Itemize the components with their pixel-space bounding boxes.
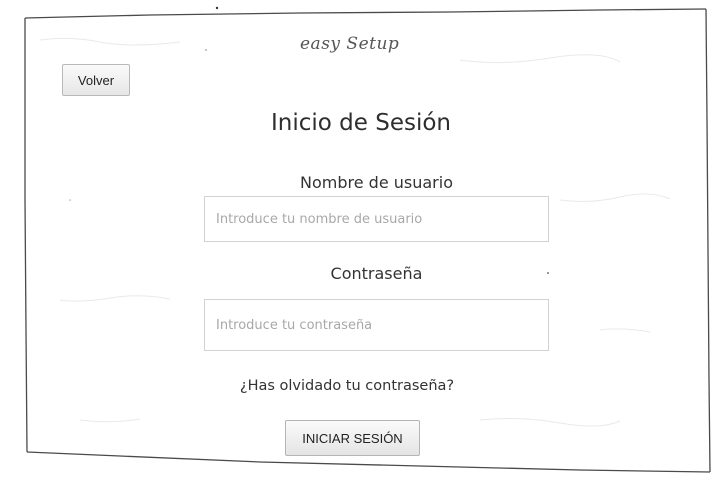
username-label: Nombre de usuario — [300, 173, 453, 192]
back-button[interactable]: Volver — [62, 64, 130, 96]
username-input[interactable] — [204, 196, 549, 242]
password-label: Contraseña — [330, 264, 423, 283]
brand-logo: easy Setup — [300, 34, 400, 54]
page-title: Inicio de Sesión — [270, 110, 451, 136]
login-button[interactable]: INICIAR SESIÓN — [285, 420, 420, 456]
forgot-password-link[interactable]: ¿Has olvidado tu contraseña? — [204, 378, 490, 394]
password-input[interactable] — [204, 299, 549, 351]
